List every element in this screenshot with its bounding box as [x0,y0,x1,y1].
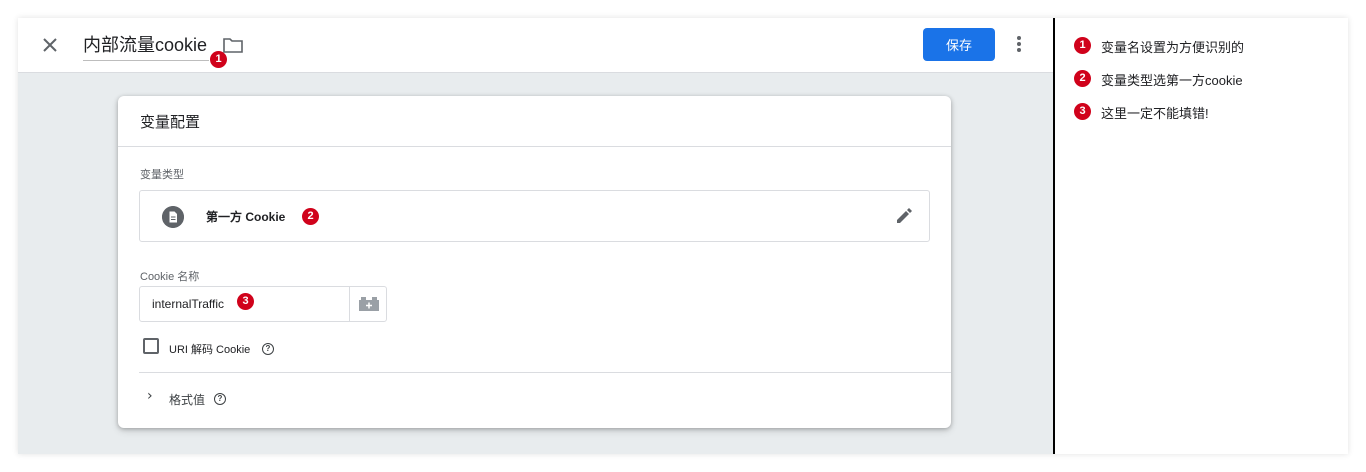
cookie-name-input[interactable]: internalTraffic 3 [139,286,350,322]
help-icon[interactable]: ? [214,393,226,405]
cookie-name-label: Cookie 名称 [140,271,200,283]
edit-icon[interactable] [895,207,913,225]
variable-config-card: 变量配置 变量类型 第一方 Cookie 2 Cookie 名称 interna… [118,96,951,428]
variable-name: 内部流量cookie [83,35,208,55]
document-icon [162,206,184,228]
note-marker: 2 [1074,70,1091,87]
variable-editor: 内部流量cookie 1 保存 变量配置 变量类型 第一方 Cookie 2 C… [18,18,1053,454]
annotation-marker: 2 [302,208,319,225]
note-marker: 1 [1074,37,1091,54]
variable-type-label: 变量类型 [140,169,184,181]
save-button[interactable]: 保存 [923,28,995,61]
variable-name-field[interactable]: 内部流量cookie [83,33,210,61]
top-bar: 内部流量cookie 1 保存 [18,18,1053,73]
variable-type-name: 第一方 Cookie [206,210,286,224]
uri-decode-label: URI 解码 Cookie [169,344,251,356]
help-icon[interactable]: ? [262,343,274,355]
uri-decode-checkbox[interactable] [143,338,159,354]
format-value-toggle[interactable]: 格式值 [169,391,205,408]
folder-icon[interactable] [223,37,243,53]
divider [118,146,951,147]
more-vert-icon[interactable] [1013,34,1025,54]
note-text: 变量类型选第一方cookie [1101,73,1243,88]
card-title: 变量配置 [140,114,201,131]
screenshot-frame: 内部流量cookie 1 保存 变量配置 变量类型 第一方 Cookie 2 C… [18,18,1348,454]
note-marker: 3 [1074,103,1091,120]
close-icon[interactable] [38,33,62,57]
variable-picker-button[interactable] [349,286,387,322]
chevron-right-icon[interactable]: › [147,388,153,404]
cookie-name-value: internalTraffic [152,297,225,311]
note-text: 这里一定不能填错! [1101,106,1209,121]
note-text: 变量名设置为方便识别的 [1101,40,1245,55]
divider [139,372,951,373]
vertical-divider [1053,18,1055,454]
variable-picker-icon [359,297,379,311]
annotation-marker: 1 [210,51,227,68]
variable-type-selector[interactable]: 第一方 Cookie 2 [139,190,930,242]
annotation-marker: 3 [237,293,254,310]
